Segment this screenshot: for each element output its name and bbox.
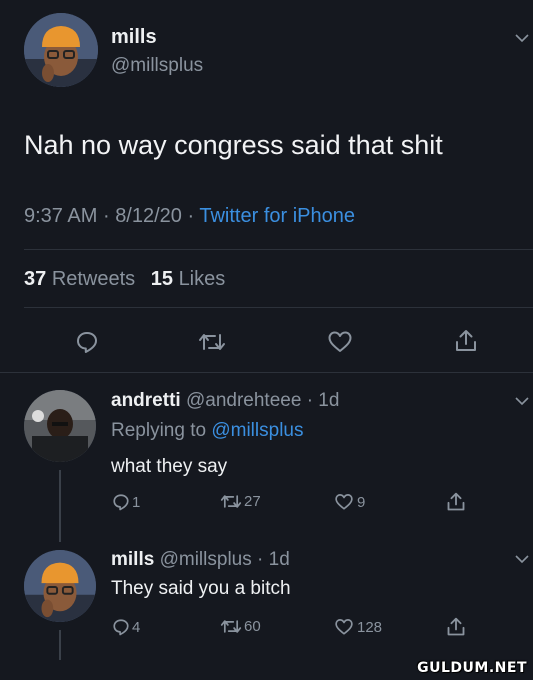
reply2-retweet-action[interactable]: 60 <box>220 618 261 635</box>
like-icon <box>335 494 353 510</box>
meta-separator: · <box>306 390 314 411</box>
like-count: 9 <box>357 493 366 511</box>
main-tweet-text: Nah no way congress said that shit <box>24 130 443 160</box>
retweet-count: 60 <box>244 618 261 635</box>
reply2-reply-action[interactable]: 4 <box>112 618 140 636</box>
thread-line <box>59 630 61 660</box>
reply1-handle[interactable]: @andrehteee <box>186 390 301 411</box>
reply1-replying-to: Replying to @millsplus <box>111 420 303 442</box>
divider <box>24 307 533 308</box>
like-icon[interactable] <box>327 330 353 354</box>
reply-count: 1 <box>132 493 141 511</box>
replying-to-handle[interactable]: @millsplus <box>211 420 303 441</box>
retweets-label: Retweets <box>51 268 136 290</box>
thread-line <box>59 470 61 542</box>
retweet-icon <box>220 620 242 633</box>
meta-separator: · <box>187 205 195 227</box>
replying-to-label: Replying to <box>111 420 207 441</box>
main-handle[interactable]: @millsplus <box>111 55 203 77</box>
retweet-icon <box>220 495 242 508</box>
likes-label: Likes <box>178 268 226 290</box>
retweet-count: 27 <box>244 493 261 510</box>
main-display-name[interactable]: mills <box>111 26 157 49</box>
reply1-age: 1d <box>318 390 340 411</box>
reply1-retweet-action[interactable]: 27 <box>220 493 261 510</box>
reply1-header: andretti @andrehteee · 1d <box>111 390 339 412</box>
tweet-time: 9:37 AM <box>24 205 98 227</box>
like-icon <box>335 619 353 635</box>
reply2-age: 1d <box>268 549 290 570</box>
reply2-display-name[interactable]: mills <box>111 549 154 570</box>
engagement-stats: 37 Retweets 15 Likes <box>24 268 225 291</box>
reply-count: 4 <box>132 618 141 636</box>
tweet-meta: 9:37 AM · 8/12/20 · Twitter for iPhone <box>24 205 355 228</box>
share-icon[interactable] <box>446 616 466 638</box>
likes-count: 15 <box>150 268 173 290</box>
avatar-mills[interactable] <box>24 13 98 87</box>
like-count: 128 <box>357 618 383 636</box>
reply1-reply-action[interactable]: 1 <box>112 493 140 511</box>
divider <box>24 249 533 250</box>
divider <box>0 372 533 373</box>
meta-separator: · <box>257 549 264 570</box>
tweet-date: 8/12/20 <box>115 205 182 227</box>
retweets-stat[interactable]: 37 Retweets <box>24 268 141 290</box>
retweets-count: 37 <box>24 268 47 290</box>
reply2-header: mills @millsplus · 1d <box>111 549 290 571</box>
chevron-down-icon[interactable] <box>515 396 529 406</box>
reply2-text: They said you a bitch <box>111 578 291 599</box>
share-icon[interactable] <box>446 491 466 513</box>
reply1-like-action[interactable]: 9 <box>334 493 365 511</box>
watermark: GULDUM.NET <box>417 660 527 676</box>
likes-stat[interactable]: 15 Likes <box>151 268 226 290</box>
reply2-handle[interactable]: @millsplus <box>160 549 252 570</box>
meta-separator: · <box>102 205 110 227</box>
reply-icon <box>113 619 129 636</box>
reply1-text: what they say <box>111 456 228 477</box>
reply-icon <box>113 494 129 511</box>
share-icon[interactable] <box>454 328 478 354</box>
chevron-down-icon[interactable] <box>515 554 529 564</box>
reply2-like-action[interactable]: 128 <box>334 618 382 636</box>
chevron-down-icon[interactable] <box>515 33 529 43</box>
reply-icon[interactable] <box>75 330 99 354</box>
tweet-source-link[interactable]: Twitter for iPhone <box>199 205 355 227</box>
retweet-icon[interactable] <box>198 331 226 353</box>
avatar-mills[interactable] <box>24 550 96 622</box>
avatar-andretti[interactable] <box>24 390 96 462</box>
reply1-display-name[interactable]: andretti <box>111 390 181 411</box>
